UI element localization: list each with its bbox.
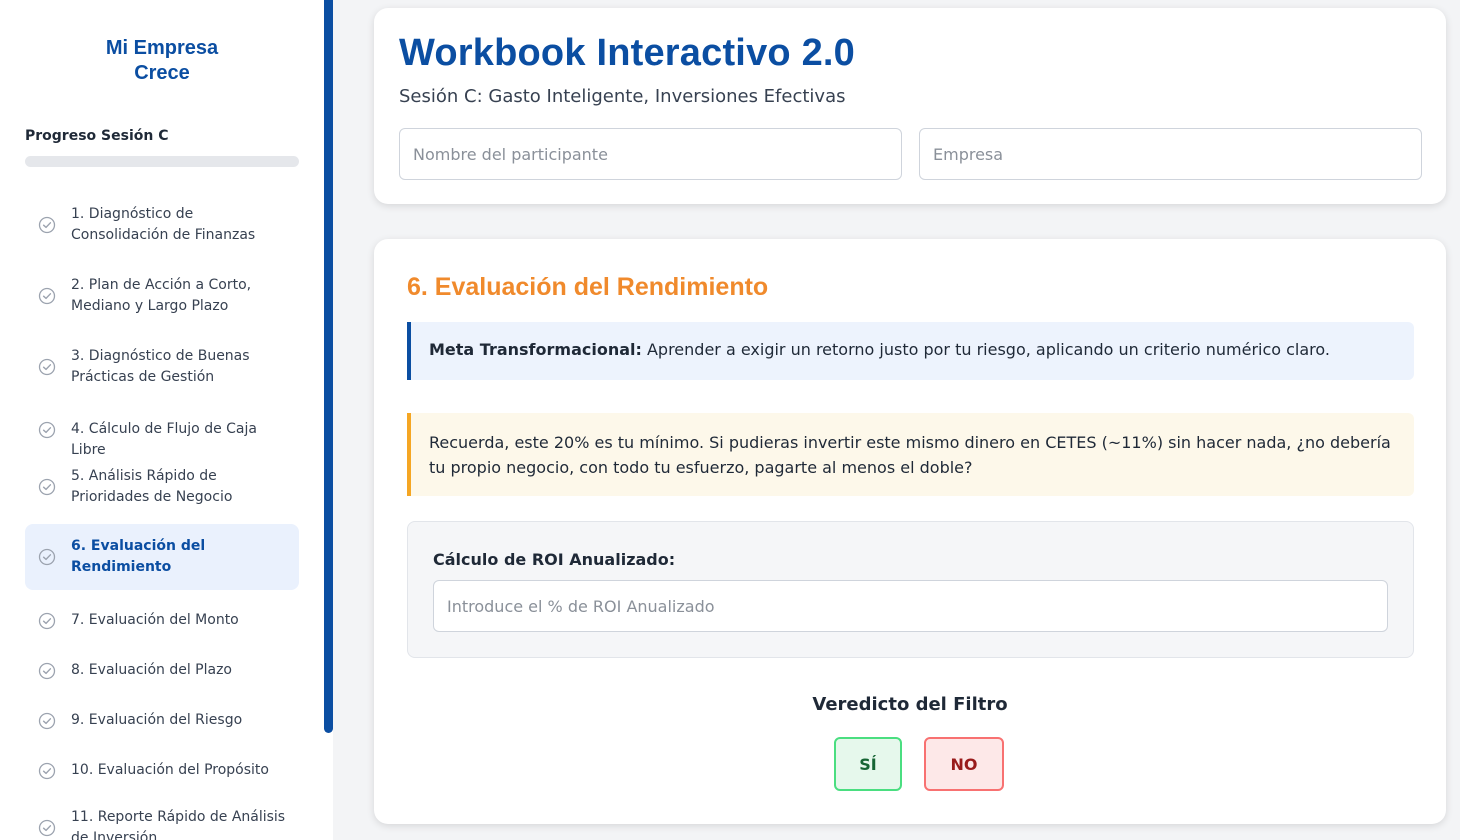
sidebar-scrollbar-thumb[interactable] [324,0,333,733]
sidebar-item-label: 3. Diagnóstico de Buenas Prácticas de Ge… [71,348,250,385]
roi-input[interactable] [433,580,1388,632]
sidebar-item-2[interactable]: 2. Plan de Acción a Corto, Mediano y Lar… [25,272,299,322]
check-circle-icon [38,762,56,780]
roi-panel: Cálculo de ROI Anualizado: [407,521,1414,658]
meta-text: Aprender a exigir un retorno justo por t… [641,340,1330,359]
check-circle-icon [38,819,56,837]
check-circle-icon [38,478,56,496]
header-card: Workbook Interactivo 2.0 Sesión C: Gasto… [374,8,1446,204]
sidebar-item-3[interactable]: 3. Diagnóstico de Buenas Prácticas de Ge… [25,343,299,393]
progress-label: Progreso Sesión C [25,128,169,144]
participant-name-input[interactable] [399,128,902,180]
sidebar-item-1[interactable]: 1. Diagnóstico de Consolidación de Finan… [25,201,299,251]
sidebar-item-label: 8. Evaluación del Plazo [71,662,232,678]
sidebar-item-label: 7. Evaluación del Monto [71,612,239,628]
brand-logo: Mi Empresa Crece [0,36,324,86]
meta-callout: Meta Transformacional: Aprender a exigir… [407,322,1414,380]
sidebar-item-9[interactable]: 9. Evaluación del Riesgo [25,704,299,738]
verdict-title: Veredicto del Filtro [812,694,1008,715]
sidebar-item-10[interactable]: 10. Evaluación del Propósito [25,754,299,788]
sidebar-item-label: 11. Reporte Rápido de Análisis de Invers… [71,809,286,840]
brand-line-2: Crece [134,62,190,84]
sidebar-item-label: 1. Diagnóstico de Consolidación de Finan… [71,206,256,243]
sidebar-item-label: 9. Evaluación del Riesgo [71,712,243,728]
sidebar-item-label: 4. Cálculo de Flujo de Caja Libre [71,421,257,458]
check-circle-icon [38,421,56,439]
sidebar: Mi Empresa Crece Progreso Sesión C 1. Di… [0,0,324,840]
check-circle-icon [38,548,56,566]
verdict-yes-button[interactable]: SÍ [834,737,902,791]
check-circle-icon [38,358,56,376]
sidebar-item-7[interactable]: 7. Evaluación del Monto [25,604,299,638]
check-circle-icon [38,612,56,630]
sidebar-item-label: 6. Evaluación del Rendimiento [71,538,206,575]
verdict-no-button[interactable]: NO [924,737,1004,791]
section-card: 6. Evaluación del Rendimiento Meta Trans… [374,239,1446,824]
check-circle-icon [38,287,56,305]
check-circle-icon [38,216,56,234]
progress-bar [25,156,299,167]
roi-label: Cálculo de ROI Anualizado: [433,550,676,569]
meta-label: Meta Transformacional: [429,340,642,359]
page-title: Workbook Interactivo 2.0 [399,32,855,74]
sidebar-item-label: 10. Evaluación del Propósito [71,762,269,778]
section-title: 6. Evaluación del Rendimiento [407,273,769,301]
note-callout: Recuerda, este 20% es tu mínimo. Si pudi… [407,413,1414,496]
company-input[interactable] [919,128,1422,180]
sidebar-item-8[interactable]: 8. Evaluación del Plazo [25,654,299,688]
check-circle-icon [38,712,56,730]
sidebar-item-6[interactable]: 6. Evaluación del Rendimiento [25,524,299,590]
sidebar-item-11[interactable]: 11. Reporte Rápido de Análisis de Invers… [25,804,299,840]
sidebar-item-5[interactable]: 5. Análisis Rápido de Prioridades de Neg… [25,463,299,513]
brand-line-1: Mi Empresa [105,37,219,59]
check-circle-icon [38,662,56,680]
page-subtitle: Sesión C: Gasto Inteligente, Inversiones… [399,86,846,107]
sidebar-item-label: 5. Análisis Rápido de Prioridades de Neg… [71,468,233,505]
sidebar-item-4[interactable]: 4. Cálculo de Flujo de Caja Libre [25,413,299,458]
sidebar-item-label: 2. Plan de Acción a Corto, Mediano y Lar… [71,277,252,314]
